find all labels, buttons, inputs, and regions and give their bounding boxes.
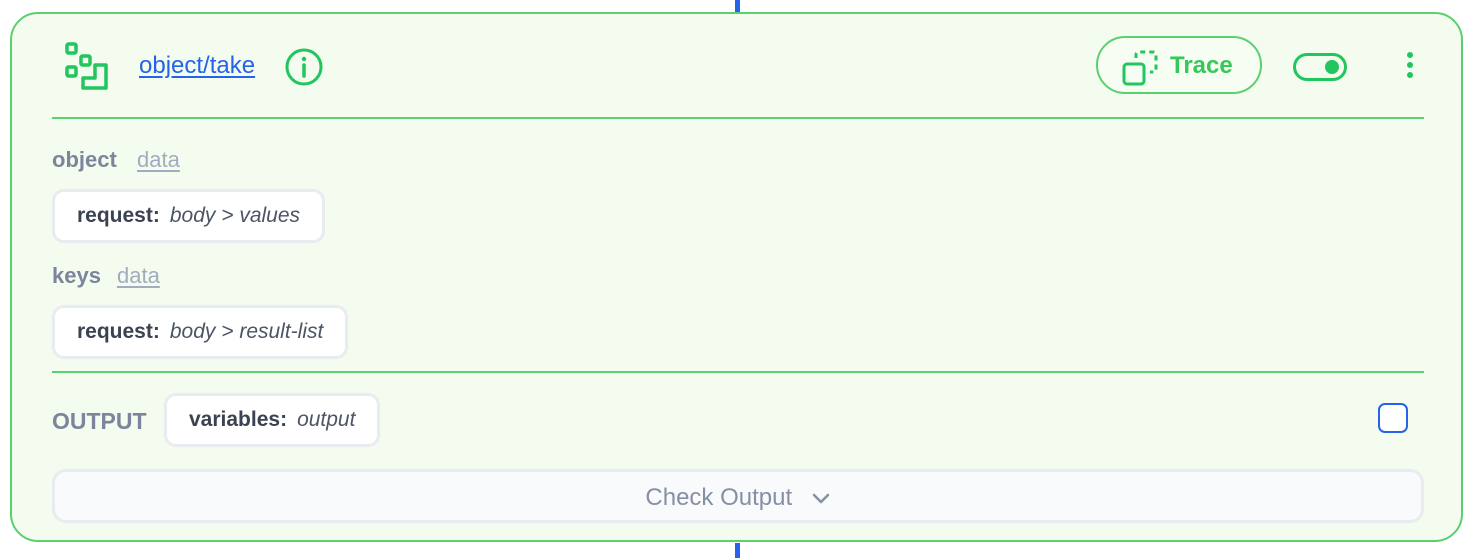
pill-value: body > result-list — [169, 320, 324, 343]
output-label: OUTPUT — [52, 408, 147, 434]
param-type-keys[interactable]: data — [117, 263, 160, 289]
param-value-object[interactable]: request: body > values — [52, 189, 326, 243]
more-options-icon[interactable] — [1396, 52, 1424, 82]
steps-node-icon — [65, 42, 108, 90]
enable-toggle[interactable] — [1293, 53, 1347, 81]
node-title-link[interactable]: object/take — [139, 52, 255, 80]
param-label-keys: keys — [52, 263, 101, 288]
check-output-button[interactable]: Check Output — [52, 469, 1424, 523]
toggle-knob — [1325, 60, 1339, 74]
copy-trace-icon — [1122, 50, 1158, 86]
chevron-down-icon — [812, 493, 829, 504]
output-divider — [52, 371, 1424, 373]
output-variable[interactable]: variables: output — [164, 393, 381, 447]
trace-button[interactable]: Trace — [1096, 36, 1262, 94]
node-header: object/take Trace — [12, 14, 1461, 118]
check-output-label: Check Output — [645, 484, 793, 511]
pill-value: output — [297, 408, 356, 431]
param-label-object: object — [52, 147, 117, 172]
header-divider — [52, 117, 1424, 119]
trace-label: Trace — [1170, 52, 1233, 79]
param-type-object[interactable]: data — [137, 147, 180, 173]
info-icon[interactable] — [284, 47, 324, 87]
pill-key: request: — [77, 320, 160, 343]
pill-key: variables: — [189, 408, 288, 431]
bottom-connector — [735, 543, 740, 558]
param-value-keys[interactable]: request: body > result-list — [52, 305, 349, 359]
node-card: object/take Trace object data request: b… — [10, 12, 1463, 542]
pill-value: body > values — [169, 204, 301, 227]
output-checkbox[interactable] — [1378, 403, 1408, 433]
pill-key: request: — [77, 204, 160, 227]
